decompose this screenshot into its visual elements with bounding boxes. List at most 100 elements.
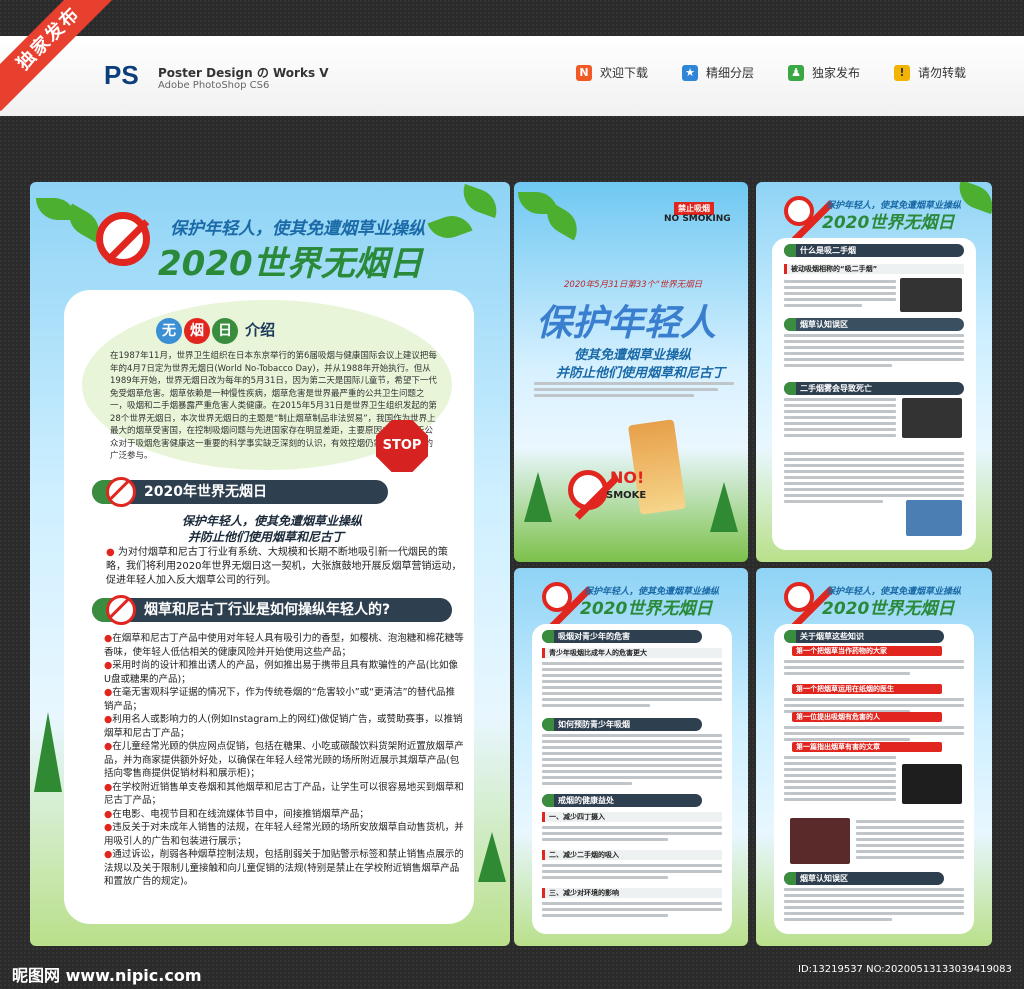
no-smoking-icon: [784, 582, 814, 616]
header-title: Poster Design の Works V: [158, 66, 329, 80]
smoker-photo: [902, 398, 962, 438]
intro-badge: 日: [212, 318, 238, 344]
highlight-header: 第一篇指出烟草有害的文章: [792, 742, 942, 752]
badge-no-repost: ! 请勿转载: [894, 64, 966, 81]
text-lines: [784, 398, 896, 440]
section1-text: 为对付烟草和尼古丁行业有系统、大规模和长期不断地吸引新一代烟民的策略，我们将利用…: [106, 547, 462, 586]
poster-title: 2020世界无烟日: [822, 213, 955, 233]
badge-download: N 欢迎下载: [576, 64, 648, 81]
badge-label: 独家发布: [812, 66, 861, 80]
highlight-header: 第一个把烟草运用在纸烟的医生: [792, 684, 942, 694]
section1-sub1: 保护年轻人，使其免遭烟草业操纵: [182, 514, 363, 528]
section-header: 烟草认知误区: [784, 872, 944, 885]
section-title: 烟草和尼古丁行业是如何操纵年轻人的?: [144, 602, 391, 618]
text-lines: [784, 452, 964, 506]
text-lines: [542, 734, 722, 788]
cover-text-lines: [534, 382, 734, 400]
text-lines: [542, 662, 722, 710]
header-subtitle: Adobe PhotoShop CS6: [158, 80, 270, 91]
tree-decoration: [710, 482, 738, 532]
section-header: 关于烟草这些知识: [784, 630, 944, 643]
highlight-header: 第一个把烟草当作药物的大家: [792, 646, 942, 656]
no-smoking-en: NO SMOKING: [664, 214, 731, 224]
ps-logo: PS: [104, 60, 139, 90]
section-title: 2020年世界无烟日: [144, 484, 267, 500]
section-header: 如何预防青少年吸烟: [542, 718, 702, 731]
cover-poster: 禁止吸烟 NO SMOKING 2020年5月31日第33个“世界无烟日 保护年…: [514, 182, 748, 562]
list-item: ●违反关于对未成年人销售的法规，在年轻人经常光顾的场所安放烟草自动售货机，并用吸…: [104, 822, 464, 847]
poster-youth-harm: 保护年轻人，使其免遭烟草业操纵 2020世界无烟日 吸烟对青少年的危害 青少年吸…: [514, 568, 748, 946]
text-lines: [784, 888, 964, 924]
badge-layers: ★ 精细分层: [682, 64, 754, 81]
cover-headline: 保护年轻人: [536, 303, 717, 344]
poster-title: 2020世界无烟日: [822, 599, 955, 619]
site-watermark: 昵图网 www.nipic.com: [12, 966, 202, 985]
no-smoking-icon: [784, 196, 814, 230]
user-icon: ♟: [788, 64, 805, 81]
tree-decoration: [478, 832, 506, 882]
tree-decoration: [34, 712, 62, 792]
smoker-photo: [900, 278, 962, 312]
badge-label: 精细分层: [706, 66, 755, 80]
section-header: 什么是吸二手烟: [784, 244, 964, 257]
poster-title: 2020世界无烟日: [158, 244, 423, 284]
star-icon: ★: [682, 64, 699, 81]
cartoon-illustration: [906, 500, 962, 536]
section-header: 二手烟雾会导致死亡: [784, 382, 964, 395]
header-badges: N 欢迎下载 ★ 精细分层 ♟ 独家发布 ! 请勿转载: [576, 64, 966, 81]
text-lines: [784, 334, 964, 370]
cigarette-photo: [902, 764, 962, 804]
badge-label: 请勿转载: [918, 66, 967, 80]
list-item: ●通过诉讼，削弱各种烟草控制法规，包括削弱关于加贴警示标签和禁止销售点展示的法规…: [104, 849, 464, 887]
no-label: NO!: [610, 468, 645, 487]
text-lines: [784, 280, 896, 310]
tree-decoration: [524, 472, 552, 522]
image-id: ID:13219537 NO:20200513133039419083: [798, 964, 1012, 975]
list-item: ●利用名人或影响力的人(例如Instagram上的网红)做促销广告，或赞助赛事，…: [104, 714, 463, 739]
section-header: 吸烟对青少年的危害: [542, 630, 702, 643]
cover-sub2: 并防止他们使用烟草和尼古丁: [556, 366, 726, 381]
badge-exclusive: ♟ 独家发布: [788, 64, 860, 81]
text-lines: [784, 756, 896, 804]
main-poster: 保护年轻人，使其免遭烟草业操纵 2020世界无烟日 无烟日 介绍 在1987年1…: [30, 182, 510, 946]
section-header-industry: 烟草和尼古丁行业是如何操纵年轻人的?: [92, 595, 452, 625]
no-smoking-icon: [542, 582, 572, 616]
subsection-header: 青少年吸烟比成年人的危害更大: [542, 648, 722, 658]
text-lines: [542, 864, 722, 882]
intro-heading: 无烟日 介绍: [156, 318, 275, 344]
no-smoking-icon: [96, 212, 150, 270]
section-header: 烟草认知误区: [784, 318, 964, 331]
no-smoking-icon: [106, 595, 136, 633]
cover-sub1: 使其免遭烟草业操纵: [574, 348, 692, 363]
subsection-header: 被动吸烟相称的“吸二手烟”: [784, 264, 964, 274]
list-item: ●在儿童经常光顾的供应网点促销，包括在糖果、小吃或碳酸饮料货架附近置放烟草产品，…: [104, 741, 464, 779]
section1-sub2: 并防止他们使用烟草和尼古丁: [188, 530, 345, 544]
badge-label: 欢迎下载: [600, 66, 649, 80]
leaf-decoration: [457, 183, 503, 219]
intro-label: 介绍: [245, 321, 276, 339]
n-icon: N: [576, 64, 592, 81]
subsection-header: 二、减少二手烟的吸入: [542, 850, 722, 860]
list-item: ●在电影、电视节目和在线流媒体节目中，间接推销烟草产品；: [104, 808, 369, 820]
section-header: 戒烟的健康益处: [542, 794, 702, 807]
text-lines: [856, 820, 964, 862]
intro-badge: 无: [156, 318, 182, 344]
warning-icon: !: [894, 64, 911, 81]
intro-badge: 烟: [184, 318, 210, 344]
list-item: ●在烟草和尼古丁产品中使用对年轻人具有吸引力的香型，如樱桃、泡泡糖和棉花糖等香味…: [104, 633, 464, 658]
subsection-header: 三、减少对环境的影响: [542, 888, 722, 898]
poster-tobacco-knowledge: 保护年轻人，使其免遭烟草业操纵 2020世界无烟日 关于烟草这些知识 第一个把烟…: [756, 568, 992, 946]
date-line: 2020年5月31日第33个“世界无烟日: [564, 280, 703, 290]
list-item: ●在毫无害观科学证据的情况下，作为传统卷烟的“危害较小”或“更清洁”的替代品推销…: [104, 687, 455, 712]
poster-title: 2020世界无烟日: [580, 599, 713, 619]
no-smoking-icon: [568, 470, 608, 514]
list-item: ●采用时尚的设计和推出诱人的产品，例如推出易于携带且具有欺骗性的产品(比如像U盘…: [104, 660, 459, 685]
text-lines: [784, 660, 964, 678]
no-smoking-icon: [106, 477, 136, 515]
section1-body: ● 为对付烟草和尼古丁行业有系统、大规模和长期不断地吸引新一代烟民的策略，我们将…: [106, 547, 462, 586]
poster-secondhand-smoke: 保护年轻人，使其免遭烟草业操纵 2020世界无烟日 什么是吸二手烟 被动吸烟相称…: [756, 182, 992, 562]
highlight-header: 第一位提出吸烟有危害的人: [792, 712, 942, 722]
leaf-decoration: [427, 209, 473, 245]
subsection-header: 一、减少四丁摄入: [542, 812, 722, 822]
lungs-photo: [790, 818, 850, 864]
